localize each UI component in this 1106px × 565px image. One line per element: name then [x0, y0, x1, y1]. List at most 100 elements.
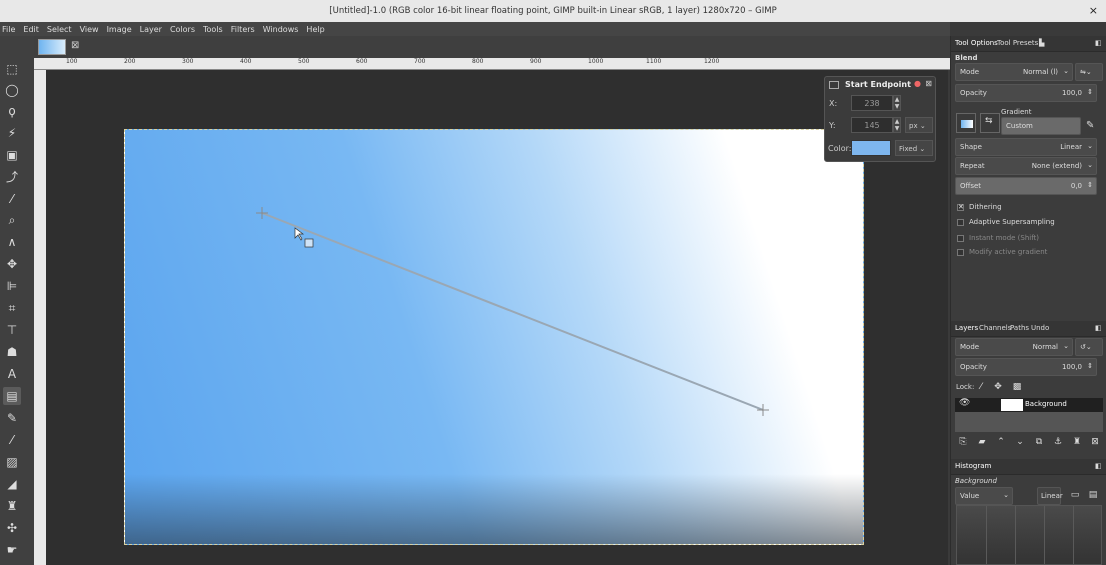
delete-layer-icon[interactable]: ⊠ — [1087, 434, 1103, 450]
dithering-checkbox[interactable] — [957, 203, 964, 211]
chevron-down-icon: ⌄ — [1063, 67, 1069, 75]
tab-paths[interactable]: Paths — [1010, 324, 1029, 332]
offset-slider[interactable]: Offset 0,0 ⇕ — [955, 177, 1097, 195]
blend-mode-select[interactable]: ⇋⌄ — [1075, 63, 1103, 81]
layer-opacity-value: 100,0 — [1061, 363, 1082, 371]
mouse-cursor-icon — [294, 227, 314, 248]
linear-histogram-icon[interactable]: ▭ — [1067, 487, 1083, 503]
y-spinner[interactable]: ▲ ▼ — [893, 117, 901, 133]
layer-mode-value: Normal — [1032, 343, 1058, 351]
lock-label: Lock: — [956, 383, 975, 391]
gradient-label: Gradient — [1001, 108, 1032, 116]
panel-menu-icon[interactable]: ◧ — [1095, 39, 1102, 47]
y-input[interactable]: 145 — [851, 117, 893, 133]
x-input[interactable]: 238 — [851, 95, 893, 111]
histogram-channel-value: Value — [960, 492, 980, 500]
chevron-down-icon: ⌄ — [1087, 142, 1093, 150]
pin-icon[interactable]: ● — [914, 79, 921, 88]
y-label: Y: — [829, 121, 836, 130]
shape-select[interactable]: Shape Linear ⌄ — [955, 138, 1097, 156]
panel-menu-icon[interactable]: ◧ — [1095, 324, 1102, 332]
linear-scale-button[interactable]: Linear — [1037, 487, 1063, 505]
color-mode-value: Fixed — [899, 145, 918, 153]
chevron-down-icon: ⌄ — [1003, 491, 1009, 499]
start-endpoint-dialog: Start Endpoint ● ⊠ X: 238 ▲ ▼ Y: 145 ▲ ▼ p… — [824, 76, 936, 162]
tab-channels[interactable]: Channels — [979, 324, 1011, 332]
offset-label: Offset — [960, 182, 982, 190]
spinner-icon: ⇕ — [1087, 181, 1093, 189]
composite-icon: ↺⌄ — [1080, 343, 1092, 351]
x-label: X: — [829, 99, 838, 108]
linear-scale-label: Linear — [1041, 492, 1063, 500]
reverse-gradient-icon[interactable]: ⇆ — [980, 113, 1000, 133]
anchor-layer-icon[interactable]: ⚓ — [1050, 434, 1066, 450]
tab-layers[interactable]: Layers — [955, 324, 978, 332]
color-label: Color: — [828, 144, 852, 153]
layer-composite-select[interactable]: ↺⌄ — [1075, 338, 1103, 356]
histogram-drawable: Background — [955, 477, 997, 485]
tab-undo[interactable]: Undo — [1031, 324, 1049, 332]
layers-list: 👁 Background — [955, 398, 1103, 432]
gradient-name[interactable]: Custom — [1001, 117, 1081, 135]
modify-gradient-checkbox[interactable] — [957, 249, 964, 256]
tool-name: Blend — [955, 54, 978, 62]
lower-layer-icon[interactable]: ⌄ — [1012, 434, 1028, 450]
dithering-label: Dithering — [969, 203, 1002, 211]
edit-gradient-icon[interactable]: ✎ — [1086, 120, 1094, 131]
spinner-icon: ⇕ — [1087, 362, 1093, 370]
tab-tool-presets[interactable]: Tool Presets — [997, 39, 1038, 47]
mask-layer-icon[interactable]: ♜ — [1069, 434, 1085, 450]
histogram-channel-select[interactable]: Value ⌄ — [955, 487, 1013, 505]
mode-select[interactable]: Mode Normal (l) ⌄ — [955, 63, 1073, 81]
layer-mode-label: Mode — [960, 343, 980, 351]
lock-position-icon[interactable]: ✥ — [990, 379, 1006, 395]
layer-mode-select[interactable]: Mode Normal ⌄ — [955, 338, 1073, 356]
duplicate-layer-icon[interactable]: ⧉ — [1031, 434, 1047, 450]
color-swatch[interactable] — [851, 140, 891, 156]
presets-icon[interactable]: ▙ — [1039, 39, 1044, 47]
repeat-select[interactable]: Repeat None (extend) ⌄ — [955, 157, 1097, 175]
modify-gradient-label: Modify active gradient — [969, 248, 1048, 256]
tab-histogram[interactable]: Histogram — [955, 462, 991, 470]
blend-line[interactable] — [261, 212, 764, 411]
layer-name: Background — [1025, 400, 1067, 408]
dialog-close-icon[interactable]: ⊠ — [925, 79, 932, 88]
color-mode-select[interactable]: Fixed ⌄ — [895, 140, 933, 156]
dialog-title: Start Endpoint — [845, 80, 911, 89]
adaptive-checkbox[interactable] — [957, 219, 964, 226]
gradient-value: Custom — [1006, 122, 1033, 130]
chevron-down-icon: ⌄ — [1063, 342, 1069, 350]
log-histogram-icon[interactable]: ▤ — [1085, 487, 1101, 503]
layer-thumbnail — [1001, 399, 1023, 411]
right-dock: Tool Options Tool Presets ▙ ◧ Blend Mode… — [950, 36, 1106, 565]
swap-icon: ⇋⌄ — [1080, 68, 1092, 76]
tab-tool-options[interactable]: Tool Options — [955, 39, 998, 47]
unit-select[interactable]: px ⌄ — [905, 117, 933, 133]
repeat-label: Repeat — [960, 162, 985, 170]
offset-value: 0,0 — [1070, 182, 1082, 190]
histogram-tabs: Histogram ◧ — [951, 459, 1106, 475]
start-endpoint-handle[interactable] — [256, 207, 268, 219]
shape-value: Linear — [1060, 143, 1082, 151]
raise-layer-icon[interactable]: ⌃ — [993, 434, 1009, 450]
new-layer-icon[interactable]: ⎘ — [955, 434, 971, 450]
blend-line-overlay — [256, 207, 769, 416]
new-group-icon[interactable]: ▰ — [974, 434, 990, 450]
histogram-graph[interactable] — [956, 505, 1102, 565]
unit-value: px — [909, 122, 918, 130]
layer-row[interactable]: 👁 Background — [955, 398, 1103, 412]
end-endpoint-handle[interactable] — [757, 404, 769, 416]
lock-pixels-icon[interactable]: ⁄ — [973, 379, 989, 395]
gradient-preview[interactable] — [956, 113, 976, 133]
layer-opacity-slider[interactable]: Opacity 100,0 ⇕ — [955, 358, 1097, 376]
instant-mode-label: Instant mode (Shift) — [969, 234, 1040, 242]
panel-menu-icon[interactable]: ◧ — [1095, 462, 1102, 470]
x-spinner[interactable]: ▲ ▼ — [893, 95, 901, 111]
eye-icon[interactable]: 👁 — [959, 398, 970, 408]
lock-alpha-icon[interactable]: ▩ — [1009, 379, 1025, 395]
dialog-icon — [829, 81, 839, 89]
chevron-down-icon: ⌄ — [1087, 161, 1093, 169]
opacity-slider[interactable]: Opacity 100,0 ⇕ — [955, 84, 1097, 102]
instant-mode-checkbox[interactable] — [957, 235, 964, 242]
opacity-value: 100,0 — [1061, 89, 1082, 97]
